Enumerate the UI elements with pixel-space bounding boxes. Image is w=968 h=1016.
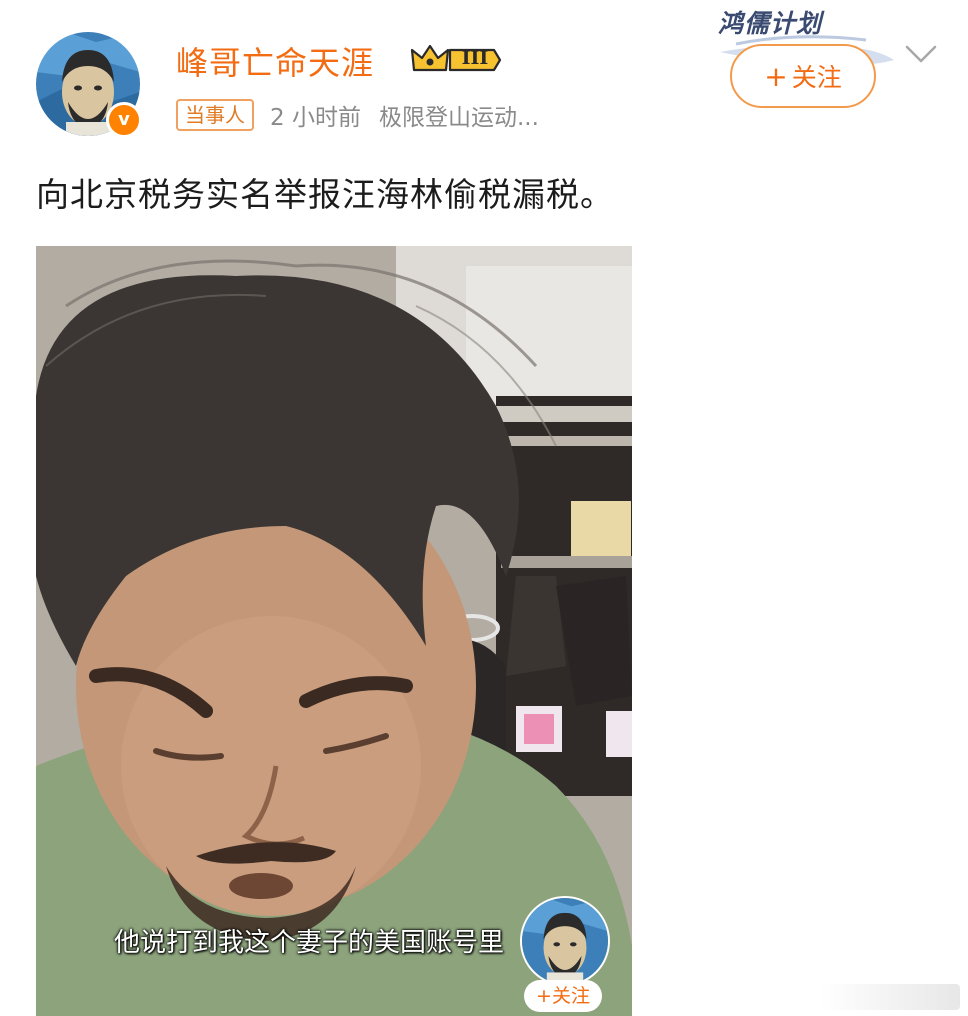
vip-level-label: III — [461, 47, 489, 69]
chevron-down-icon[interactable] — [904, 42, 938, 66]
follow-button-label: 关注 — [791, 63, 842, 92]
video-author-avatar[interactable] — [520, 896, 610, 986]
verified-badge-icon: v — [106, 102, 142, 138]
video-subtitle: 他说打到我这个妻子的美国账号里 — [114, 928, 505, 958]
role-tag: 当事人 — [176, 99, 254, 131]
plus-icon: + — [764, 59, 788, 93]
post-meta: 当事人 2 小时前 极限登山运动... — [176, 98, 539, 132]
corner-watermark — [820, 984, 960, 1010]
video-player[interactable]: 他说打到我这个妻子的美国账号里 +关注 — [36, 246, 632, 1016]
avatar-illustration — [522, 898, 608, 984]
author-name[interactable]: 峰哥亡命天涯 — [176, 38, 374, 84]
author-avatar[interactable]: v — [36, 32, 142, 138]
video-follow-button[interactable]: +关注 — [524, 980, 602, 1012]
watermark-text: 鸿儒计划 — [718, 9, 823, 38]
follow-button[interactable]: + 关注 — [730, 44, 876, 108]
post-text: 向北京税务实名举报汪海林偷税漏税。 — [36, 175, 614, 214]
post-source[interactable]: 极限登山运动... — [379, 98, 539, 132]
post-time: 2 小时前 — [270, 105, 361, 131]
